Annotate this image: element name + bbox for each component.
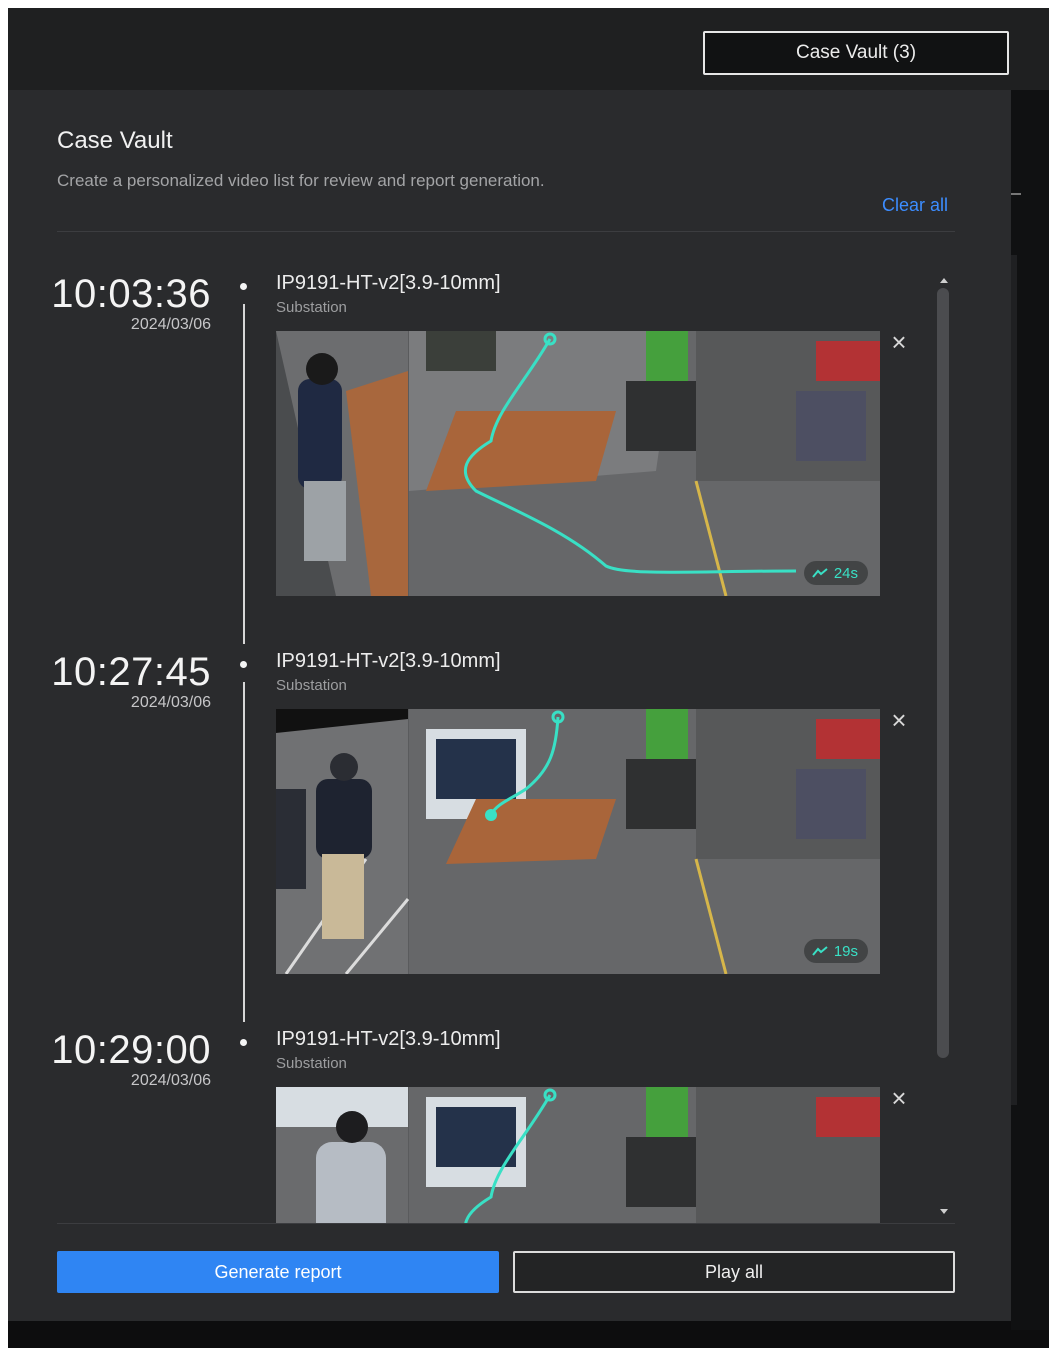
panel-description: Create a personalized video list for rev…	[57, 171, 545, 190]
camera-location: Substation	[276, 1055, 347, 1072]
camera-name: IP9191-HT-v2[3.9-10mm]	[276, 1028, 501, 1050]
background-edge	[1011, 90, 1049, 1330]
camera-name: IP9191-HT-v2[3.9-10mm]	[276, 650, 501, 672]
clip-date: 2024/03/06	[130, 1072, 211, 1089]
scroll-up-arrow-icon[interactable]	[940, 278, 948, 283]
clear-all-link[interactable]: Clear all	[882, 195, 948, 216]
scrollbar[interactable]	[936, 268, 950, 1223]
close-icon[interactable]: ×	[888, 1085, 910, 1111]
camera-location: Substation	[276, 299, 347, 316]
clip-time: 10:27:45	[51, 650, 211, 694]
camera-location: Substation	[276, 677, 347, 694]
divider	[1011, 193, 1021, 195]
scrollbar-thumb[interactable]	[937, 288, 949, 1058]
trajectory-icon	[812, 946, 828, 956]
thumbnail-image	[276, 709, 880, 974]
clip-time: 10:29:00	[51, 1028, 211, 1072]
thumbnail-image	[276, 1087, 880, 1223]
timeline-dot	[240, 283, 247, 290]
video-thumbnail[interactable]: 24s	[276, 331, 880, 596]
video-list[interactable]: 10:03:36 2024/03/06 IP9191-HT-v2[3.9-10m…	[8, 232, 1011, 1223]
duration-badge: 19s	[803, 939, 868, 963]
duration-badge: 24s	[803, 561, 868, 585]
clip-date: 2024/03/06	[130, 316, 211, 333]
panel-title: Case Vault	[57, 127, 173, 154]
trajectory-icon	[812, 568, 828, 578]
clip-date: 2024/03/06	[130, 694, 211, 711]
list-item: 10:03:36 2024/03/06 IP9191-HT-v2[3.9-10m…	[8, 232, 1011, 644]
case-vault-button[interactable]: Case Vault (3)	[703, 31, 1009, 75]
scroll-down-arrow-icon[interactable]	[940, 1209, 948, 1214]
thumbnail-image	[276, 331, 880, 596]
duration-label: 19s	[833, 942, 858, 960]
clip-time: 10:03:36	[51, 272, 211, 316]
play-all-button[interactable]: Play all	[513, 1251, 955, 1293]
generate-report-button[interactable]: Generate report	[57, 1251, 499, 1293]
video-thumbnail[interactable]	[276, 1087, 880, 1223]
divider	[57, 1223, 955, 1224]
timeline-dot	[240, 661, 247, 668]
close-icon[interactable]: ×	[888, 329, 910, 355]
background-panel-edge	[1011, 255, 1017, 1105]
list-item: 10:27:45 2024/03/06 IP9191-HT-v2[3.9-10m…	[8, 610, 1011, 1022]
list-item: 10:29:00 2024/03/06 IP9191-HT-v2[3.9-10m…	[8, 988, 1011, 1223]
duration-label: 24s	[833, 564, 858, 582]
timeline-line	[243, 304, 245, 644]
timeline-dot	[240, 1039, 247, 1046]
close-icon[interactable]: ×	[888, 707, 910, 733]
video-thumbnail[interactable]: 19s	[276, 709, 880, 974]
camera-name: IP9191-HT-v2[3.9-10mm]	[276, 272, 501, 294]
timeline-line	[243, 682, 245, 1022]
